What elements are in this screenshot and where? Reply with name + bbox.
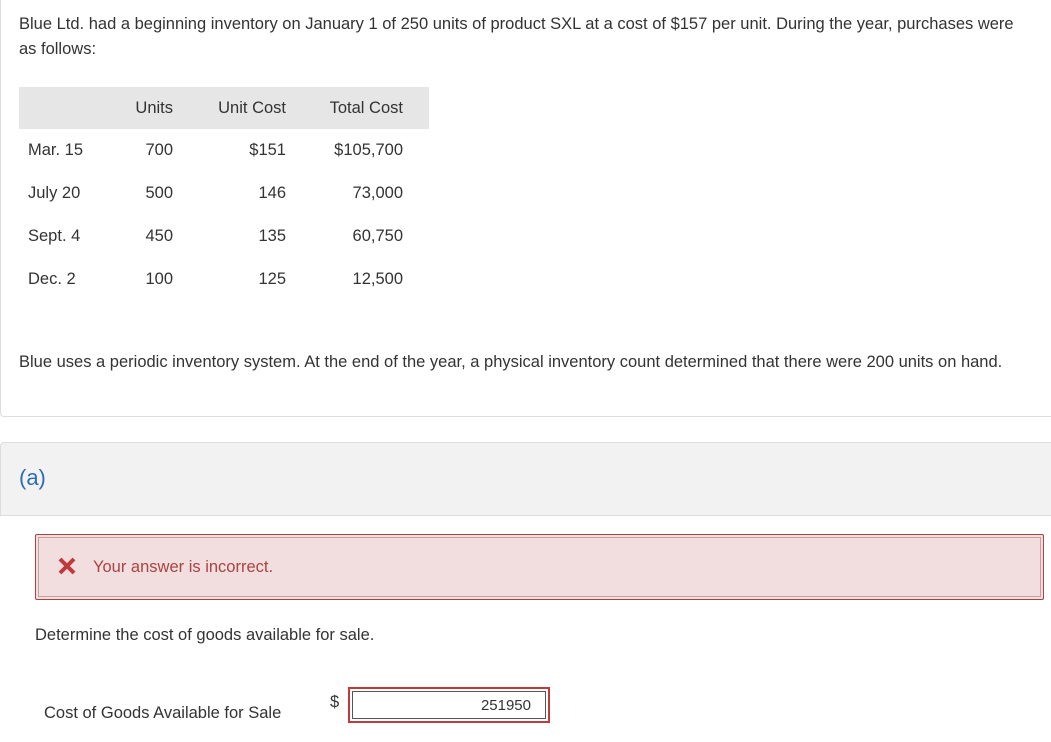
row-total-cost: 60,750 bbox=[352, 227, 403, 245]
header-unit-cost: Unit Cost bbox=[173, 87, 286, 129]
table-row: Dec. 2 100 125 12,500 bbox=[19, 258, 429, 301]
row-unit-cost: 125 bbox=[258, 270, 286, 288]
row-date: July 20 bbox=[28, 184, 81, 202]
row-date: Dec. 2 bbox=[28, 270, 76, 288]
row-unit-cost: 146 bbox=[258, 184, 286, 202]
row-units: 700 bbox=[145, 141, 173, 159]
part-label: (a) bbox=[19, 465, 46, 490]
question-intro: Blue Ltd. had a beginning inventory on J… bbox=[19, 15, 1014, 58]
row-date: Mar. 15 bbox=[28, 141, 84, 159]
row-units: 100 bbox=[145, 270, 173, 288]
feedback-text: Your answer is incorrect. bbox=[93, 558, 274, 576]
row-total-cost: 12,500 bbox=[352, 270, 403, 288]
row-unit-cost: $151 bbox=[249, 141, 286, 159]
row-total-cost: 73,000 bbox=[352, 184, 403, 202]
row-date: Sept. 4 bbox=[28, 227, 81, 245]
table-row: Mar. 15 700 $151 $105,700 bbox=[19, 129, 429, 172]
purchases-table: Units Unit Cost Total Cost Mar. 15 700 $… bbox=[19, 87, 429, 301]
row-total-cost: $105,700 bbox=[334, 141, 403, 159]
feedback-incorrect: Your answer is incorrect. bbox=[35, 534, 1044, 600]
question-card: Blue Ltd. had a beginning inventory on J… bbox=[0, 0, 1051, 417]
answer-input[interactable] bbox=[352, 691, 546, 719]
currency-symbol: $ bbox=[330, 693, 340, 711]
row-units: 500 bbox=[145, 184, 173, 202]
header-total-cost: Total Cost bbox=[286, 87, 403, 129]
row-unit-cost: 135 bbox=[258, 227, 286, 245]
answer-field-wrapper bbox=[348, 687, 550, 723]
question-summary: Blue uses a periodic inventory system. A… bbox=[19, 353, 1003, 371]
header-units: Units bbox=[105, 87, 173, 129]
table-row: July 20 500 146 73,000 bbox=[19, 172, 429, 215]
table-row: Sept. 4 450 135 60,750 bbox=[19, 215, 429, 258]
table-header-row: Units Unit Cost Total Cost bbox=[19, 87, 429, 129]
part-a-header: (a) bbox=[0, 442, 1051, 516]
x-icon bbox=[58, 557, 76, 575]
page: Blue Ltd. had a beginning inventory on J… bbox=[0, 0, 1051, 742]
header-date bbox=[19, 87, 105, 129]
answer-label: Cost of Goods Available for Sale bbox=[44, 704, 282, 722]
question-prompt: Determine the cost of goods available fo… bbox=[35, 626, 375, 644]
header-padding bbox=[403, 87, 429, 129]
row-units: 450 bbox=[145, 227, 173, 245]
